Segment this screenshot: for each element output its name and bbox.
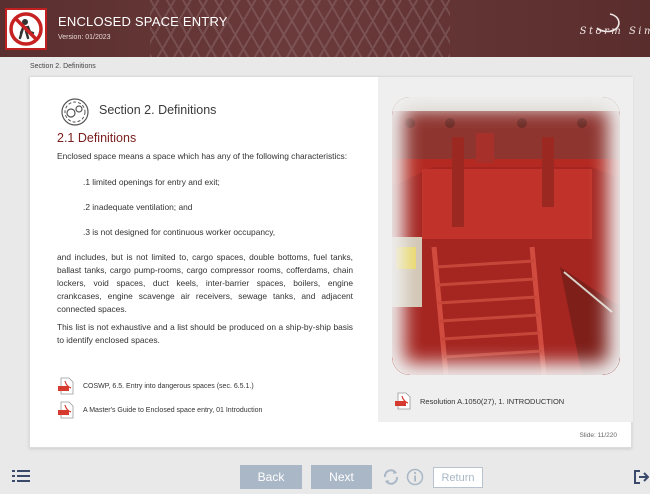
section-heading: Section 2. Definitions [99,103,217,117]
spaces-paragraph: and includes, but is not limited to, car… [57,252,353,314]
app-title: ENCLOSED SPACE ENTRY [58,14,228,29]
photo-vignette [392,97,620,375]
reference-label: COSWP, 6.5. Entry into dangerous spaces … [83,382,254,390]
next-button[interactable]: Next [311,465,372,489]
breadcrumb: Section 2. Definitions [30,63,96,70]
text-panel: Section 2. Definitions 2.1 Definitions E… [30,77,378,449]
reference-link-coswp[interactable]: COSWP, 6.5. Entry into dangerous spaces … [57,377,254,395]
brand-name: Storm Sim [579,26,650,37]
list-item: .2 inadequate ventilation; and [83,202,193,212]
menu-list-icon[interactable] [12,469,30,483]
reference-label: A Master's Guide to Enclosed space entry… [83,406,263,414]
content-card: Section 2. Definitions 2.1 Definitions E… [29,76,633,449]
refresh-icon[interactable] [382,468,400,486]
back-button[interactable]: Back [240,465,302,489]
list-item: .3 is not designed for continuous worker… [83,227,276,237]
footer-nav: Back Next Return [0,462,650,494]
slide-counter: Slide: 11/220 [579,432,617,439]
image-panel: Resolution A.1050(27), 1. INTRODUCTION [378,77,633,422]
resolution-reference-link[interactable]: Resolution A.1050(27), 1. INTRODUCTION [394,392,564,410]
definitions-body: Enclosed space means a space which has a… [57,150,353,352]
info-icon[interactable] [406,468,424,486]
note-paragraph: This list is not exhaustive and a list s… [57,322,353,345]
app-header: ENCLOSED SPACE ENTRY Version: 01/2023 St… [0,0,650,57]
return-button[interactable]: Return [433,467,483,488]
list-item: .1 limited openings for entry and exit; [83,177,220,187]
exit-icon[interactable] [633,469,649,485]
gears-icon [61,98,89,126]
pdf-icon [58,377,74,395]
pdf-icon [58,401,74,419]
version-label: Version: 01/2023 [58,34,111,41]
intro-text: Enclosed space means a space which has a… [57,151,348,161]
reference-link-masters-guide[interactable]: A Master's Guide to Enclosed space entry… [57,401,262,419]
enclosed-tank-photo [392,97,620,375]
pdf-icon [395,392,411,410]
no-entry-person-icon [5,8,47,50]
definitions-subheading: 2.1 Definitions [57,131,137,145]
resolution-label: Resolution A.1050(27), 1. INTRODUCTION [420,396,565,406]
